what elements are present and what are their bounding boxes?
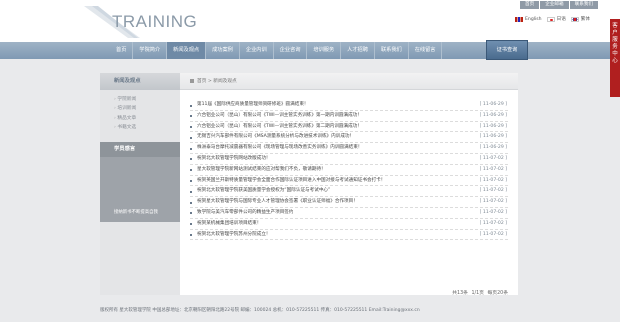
news-date: [ 11-07-02 ] bbox=[479, 177, 507, 183]
lang-japanese[interactable]: 日语 bbox=[557, 16, 566, 22]
list-item[interactable]: 祝贺北大软管理学院获美国质量学会授权为“国际认证与考试中心” [ 11-07-02… bbox=[190, 186, 508, 198]
sidebar: 新闻及观点 学院新闻 培训新闻 精品文章 书籍文选 学员感言 接纳新书不断提高自… bbox=[100, 73, 180, 295]
page: TRAINING 首页 企业邮箱 联系我们 English 日语 繁体 首页 学… bbox=[0, 0, 620, 322]
pagination-info: 共13条 1/1页 每页20条 bbox=[452, 291, 508, 296]
nav-cases[interactable]: 成功案例 bbox=[206, 42, 240, 59]
list-item[interactable]: 无锡吉兴汽车部件有限公司《MSA测量系统分析与改进技术训练》内训成功！ [ 11-… bbox=[190, 132, 508, 144]
news-title[interactable]: 星大软管理学院新网站测试结束的应对帮我们不负，敬请期待！ bbox=[197, 165, 326, 176]
bullet-icon bbox=[190, 212, 192, 215]
news-title[interactable]: 祝贺北大软管理学院网站改版成功！ bbox=[197, 154, 271, 165]
list-item[interactable]: 第11届《国际供应商质量管理师资研修班》圆满结束！ [ 11-06-29 ] bbox=[190, 100, 508, 111]
list-item[interactable]: 祝贺北大软管理学院苏州分院成立！ [ 11-07-02 ] bbox=[190, 230, 508, 241]
footer-info: 版权所有 星大软管理学院 中国总部地址：北京朝阳区朝阳北路22号院 邮编：100… bbox=[100, 308, 420, 313]
list-item[interactable]: 六合铝业公司（昆山）有限公司《TWI—训主管实务训练》第二期内训圆满成功！ [ 1… bbox=[190, 122, 508, 133]
news-title[interactable]: 祝贺北大软管理学院苏州分院成立！ bbox=[197, 230, 271, 241]
news-date: [ 11-07-02 ] bbox=[479, 231, 507, 237]
japan-flag-icon[interactable] bbox=[546, 16, 555, 22]
lang-traditional[interactable]: 繁体 bbox=[581, 16, 590, 22]
list-item[interactable]: 祝贺北大软管理学院网站改版成功！ [ 11-07-02 ] bbox=[190, 154, 508, 165]
bullet-icon bbox=[190, 158, 192, 161]
bullet-icon bbox=[190, 147, 192, 150]
nav-inhouse-training[interactable]: 企业内训 bbox=[240, 42, 274, 59]
news-date: [ 11-06-29 ] bbox=[479, 102, 507, 107]
breadcrumb: 首页 > 新闻及观点 bbox=[180, 73, 518, 90]
news-title[interactable]: 第11届《国际供应商质量管理师资研修班》圆满结束！ bbox=[197, 100, 309, 111]
news-date: [ 11-07-02 ] bbox=[479, 155, 507, 161]
news-date: [ 11-07-02 ] bbox=[479, 209, 507, 215]
sidebar-list: 学院新闻 培训新闻 精品文章 书籍文选 bbox=[100, 90, 180, 132]
toplink-mail[interactable]: 企业邮箱 bbox=[540, 1, 569, 9]
news-title[interactable]: 祝贺英国兰开斯特质量管理学会全面合作国际认证项目进入中国对接与考试通知证书会打卡… bbox=[197, 176, 385, 187]
bullet-icon bbox=[190, 223, 192, 226]
nav-recruitment[interactable]: 人才招聘 bbox=[341, 42, 375, 59]
news-date: [ 11-07-02 ] bbox=[479, 188, 507, 194]
news-date: [ 11-06-29 ] bbox=[479, 112, 507, 118]
news-list: 第11届《国际供应商质量管理师资研修班》圆满结束！ [ 11-06-29 ] 六合… bbox=[190, 100, 508, 241]
news-title[interactable]: 无锡吉兴汽车部件有限公司《MSA测量系统分析与改进技术训练》内训成功！ bbox=[197, 132, 354, 143]
bullet-icon bbox=[190, 104, 192, 107]
testimonials-title: 学员感言 bbox=[100, 142, 180, 157]
news-date: [ 11-06-29 ] bbox=[479, 123, 507, 129]
bullet-icon bbox=[190, 136, 192, 139]
news-date: [ 11-06-29 ] bbox=[479, 145, 507, 151]
sidebar-item-articles[interactable]: 精品文章 bbox=[114, 114, 180, 123]
bullet-icon bbox=[190, 115, 192, 118]
language-switcher: English 日语 繁体 bbox=[510, 16, 590, 22]
bullet-icon bbox=[190, 180, 192, 183]
news-date: [ 11-07-02 ] bbox=[479, 166, 507, 172]
nav-message[interactable]: 在线留言 bbox=[409, 42, 443, 59]
sidebar-item-college-news[interactable]: 学院新闻 bbox=[114, 95, 180, 104]
testimonials-caption: 接纳新书不断提高自我 bbox=[114, 210, 158, 215]
nav-training-services[interactable]: 培训服务 bbox=[307, 42, 342, 59]
sidebar-title: 新闻及观点 bbox=[100, 73, 180, 90]
nav-home[interactable]: 首页 bbox=[110, 42, 134, 59]
list-item[interactable]: 祝贺英国兰开斯特质量管理学会全面合作国际认证项目进入中国对接与考试通知证书会打卡… bbox=[190, 176, 508, 187]
list-item[interactable]: 致学院与美汽车零部件公司的精益生产项目签约 [ 11-07-02 ] bbox=[190, 208, 508, 219]
news-title[interactable]: 祝贺某机械集团培训项目结束！ bbox=[197, 219, 261, 230]
list-item[interactable]: 六合铝业公司（昆山）有限公司《TWI—训主管实务训练》第一期内训圆满成功！ [ 1… bbox=[190, 111, 508, 122]
brand-logo-text[interactable]: TRAINING bbox=[112, 12, 197, 32]
customer-service-label[interactable]: 客户服务中心 bbox=[611, 23, 619, 65]
korea-flag-icon[interactable] bbox=[570, 16, 579, 22]
bullet-icon bbox=[190, 169, 192, 172]
bullet-icon bbox=[190, 234, 192, 237]
sidebar-item-training-news[interactable]: 培训新闻 bbox=[114, 104, 180, 113]
home-icon bbox=[190, 78, 194, 83]
list-item[interactable]: 祝贺星大软管理学院与国际专业人才管理协会签署《职业认证师福》合作项目！ [ 11-… bbox=[190, 197, 508, 208]
breadcrumb-text: 首页 > 新闻及观点 bbox=[197, 79, 237, 84]
nav-consulting[interactable]: 企业咨询 bbox=[274, 42, 308, 59]
sidebar-item-books[interactable]: 书籍文选 bbox=[114, 123, 180, 132]
list-item[interactable]: 株洲泰马台摩托减震器有限公司《现场管理与现场改善实务训练》内训圆满结束！ [ 11… bbox=[190, 143, 508, 154]
toplink-home[interactable]: 首页 bbox=[520, 1, 540, 9]
list-item[interactable]: 祝贺某机械集团培训项目结束！ [ 11-07-02 ] bbox=[190, 219, 508, 230]
news-title[interactable]: 祝贺北大软管理学院获美国质量学会授权为“国际认证与考试中心” bbox=[197, 186, 330, 197]
toplink-contact[interactable]: 联系我们 bbox=[569, 1, 598, 9]
news-date: [ 11-07-02 ] bbox=[479, 199, 507, 205]
top-links: 首页 企业邮箱 联系我们 bbox=[519, 1, 598, 9]
lang-english[interactable]: English bbox=[525, 17, 542, 22]
news-date: [ 11-07-02 ] bbox=[479, 220, 507, 226]
news-date: [ 11-06-29 ] bbox=[479, 134, 507, 140]
bullet-icon bbox=[190, 201, 192, 204]
news-panel: 首页 > 新闻及观点 第11届《国际供应商质量管理师资研修班》圆满结束！ [ 11… bbox=[180, 73, 518, 296]
nav-about[interactable]: 学院简介 bbox=[133, 42, 168, 59]
news-title[interactable]: 六合铝业公司（昆山）有限公司《TWI—训主管实务训练》第二期内训圆满成功！ bbox=[197, 122, 362, 133]
nav-contact[interactable]: 联系我们 bbox=[375, 42, 409, 59]
uk-flag-icon[interactable] bbox=[515, 16, 523, 22]
bullet-icon bbox=[190, 190, 192, 193]
certificate-query-button[interactable]: 证书查询 bbox=[486, 40, 528, 60]
header: TRAINING 首页 企业邮箱 联系我们 English 日语 繁体 bbox=[0, 0, 620, 42]
nav-news[interactable]: 新闻及观点 bbox=[167, 42, 207, 59]
news-title[interactable]: 致学院与美汽车零部件公司的精益生产项目签约 bbox=[197, 208, 293, 219]
news-title[interactable]: 六合铝业公司（昆山）有限公司《TWI—训主管实务训练》第一期内训圆满成功！ bbox=[197, 111, 362, 122]
bullet-icon bbox=[190, 126, 192, 129]
list-item[interactable]: 星大软管理学院新网站测试结束的应对帮我们不负，敬请期待！ [ 11-07-02 ] bbox=[190, 165, 508, 176]
news-title[interactable]: 株洲泰马台摩托减震器有限公司《现场管理与现场改善实务训练》内训圆满结束！ bbox=[197, 143, 362, 154]
customer-service-tab[interactable]: 客户服务中心 bbox=[610, 19, 620, 97]
news-title[interactable]: 祝贺星大软管理学院与国际专业人才管理协会签署《职业认证师福》合作项目！ bbox=[197, 197, 358, 208]
testimonials-block: 学员感言 接纳新书不断提高自我 bbox=[100, 142, 180, 222]
